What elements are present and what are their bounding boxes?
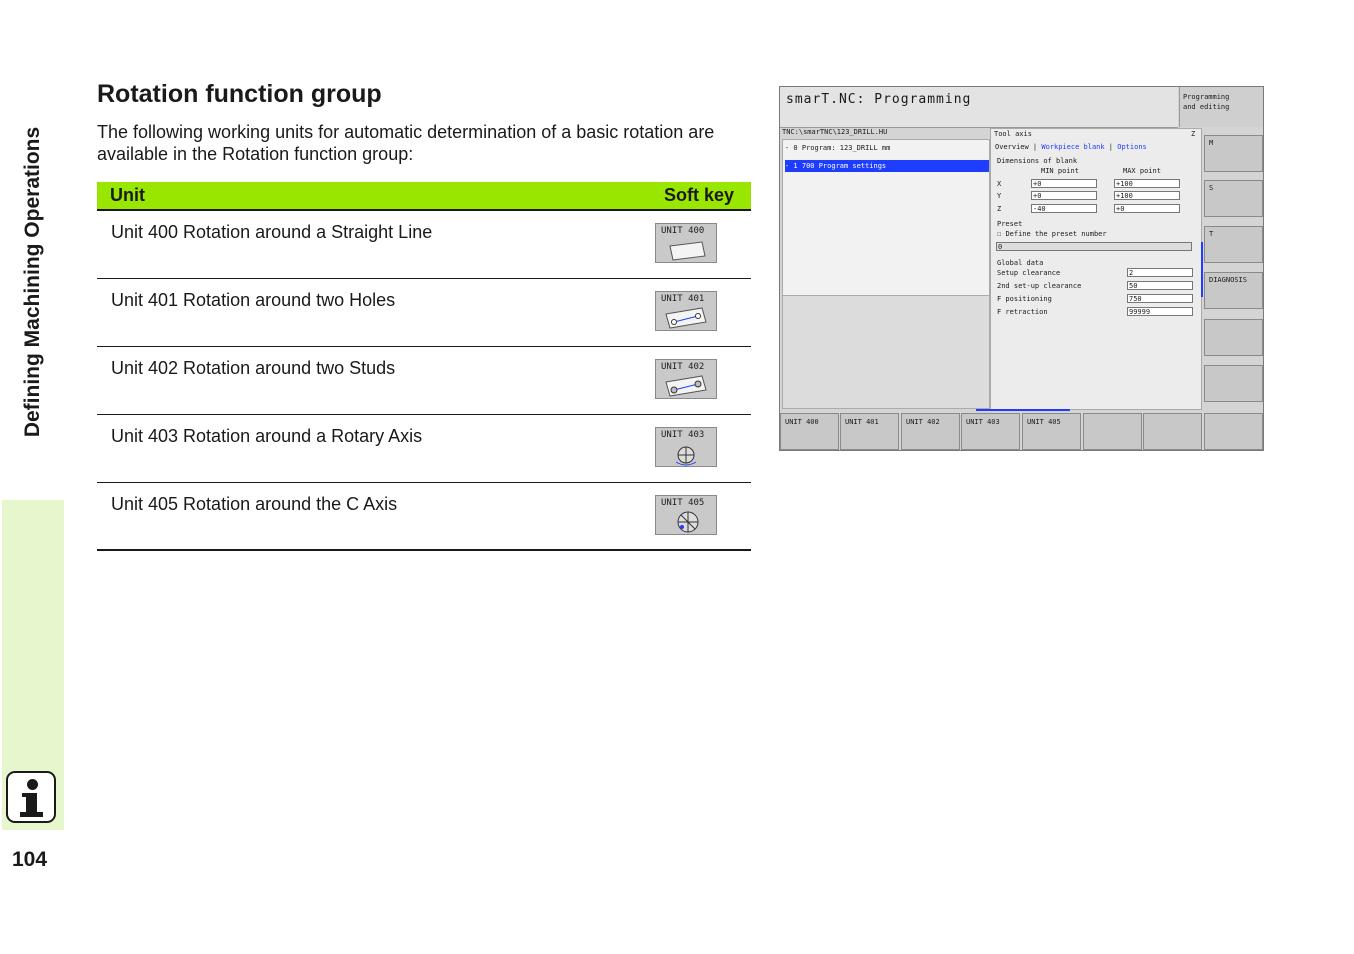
- tree-row[interactable]: - 0 Program: 123_DRILL mm: [785, 144, 890, 152]
- tree-lower-panel: [782, 295, 990, 409]
- info-icon: [6, 771, 56, 823]
- fpos-label: F positioning: [997, 295, 1052, 303]
- intro-paragraph: The following working units for automati…: [97, 122, 715, 164]
- softkey-s-label: S: [1209, 184, 1214, 192]
- unit-label: Unit 400 Rotation around a Straight Line: [111, 222, 433, 242]
- softkey-label: UNIT 401: [845, 418, 879, 426]
- tab-options[interactable]: Options: [1117, 143, 1147, 151]
- header-unit: Unit: [110, 185, 145, 205]
- preset-field[interactable]: 0: [996, 242, 1192, 251]
- form-tabs: Overview | Workpiece blank | Options: [995, 143, 1147, 151]
- mode-line-2: and editing: [1183, 103, 1230, 111]
- softkey-s[interactable]: S: [1204, 180, 1263, 217]
- preset-title: Preset: [997, 220, 1023, 228]
- unit-table: Unit Soft key Unit 400 Rotation around a…: [97, 182, 751, 551]
- z-label: Z: [997, 205, 1002, 213]
- screen-title: smarT.NC: Programming: [786, 92, 972, 107]
- straight-line-icon: [669, 241, 706, 261]
- softkey-diagnosis-label: DIAGNOSIS: [1209, 276, 1247, 284]
- max-label: MAX point: [1123, 167, 1161, 175]
- program-tree: - 0 Program: 123_DRILL mm - 1 700 Progra…: [782, 139, 990, 296]
- page-number: 104: [12, 848, 48, 871]
- softkey-m-label: M: [1209, 139, 1214, 147]
- two-holes-icon: [665, 307, 707, 329]
- x-min-field[interactable]: +0: [1031, 179, 1097, 188]
- setup-field[interactable]: 2: [1127, 268, 1193, 277]
- setup-label: Setup clearance: [997, 269, 1061, 277]
- horizontal-softkeys: UNIT 400 UNIT 401 UNIT 402 UNIT 403 UNIT…: [780, 413, 1263, 450]
- global-title: Global data: [997, 259, 1044, 267]
- z-min-field[interactable]: -40: [1031, 204, 1097, 213]
- softkey-unit-400[interactable]: UNIT 400: [780, 413, 839, 450]
- unit-402-softkey[interactable]: UNIT 402: [655, 359, 717, 399]
- preset-checkbox-label: Define the preset number: [1005, 230, 1107, 238]
- softkey-m[interactable]: M: [1204, 135, 1263, 172]
- preset-checkbox[interactable]: ☐ Define the preset number: [997, 230, 1107, 238]
- fret-label: F retraction: [997, 308, 1048, 316]
- softkey-unit-401[interactable]: UNIT 401: [840, 413, 899, 450]
- unit-label: Unit 405 Rotation around the C Axis: [111, 494, 398, 514]
- table-row: Unit 405 Rotation around the C Axis UNIT…: [97, 483, 751, 551]
- softkey-unit-403[interactable]: UNIT 403: [961, 413, 1020, 450]
- unit-label: Unit 403 Rotation around a Rotary Axis: [111, 426, 423, 446]
- setup2-label: 2nd set-up clearance: [997, 282, 1082, 290]
- softkey-empty[interactable]: [1143, 413, 1202, 450]
- x-max-field[interactable]: +100: [1114, 179, 1180, 188]
- chapter-title: Defining Machining Operations: [21, 126, 44, 438]
- softkey-t[interactable]: T: [1204, 226, 1263, 263]
- table-header: Unit Soft key: [97, 182, 751, 211]
- tool-axis-value: Z: [1191, 130, 1196, 138]
- softkey-t-label: T: [1209, 230, 1214, 238]
- y-label: Y: [997, 192, 1002, 200]
- form-scrollbar[interactable]: [1201, 242, 1203, 297]
- unit-403-softkey[interactable]: UNIT 403: [655, 427, 717, 467]
- mode-line-1: Programming: [1183, 93, 1230, 101]
- unit-401-softkey[interactable]: UNIT 401: [655, 291, 717, 331]
- y-min-field[interactable]: +0: [1031, 191, 1097, 200]
- table-row: Unit 401 Rotation around two Holes UNIT …: [97, 279, 751, 347]
- unit-label: Unit 402 Rotation around two Studs: [111, 358, 396, 378]
- softkey-diagnosis[interactable]: DIAGNOSIS: [1204, 272, 1263, 309]
- unit-405-softkey[interactable]: UNIT 405: [655, 495, 717, 535]
- softkey-label: UNIT 403: [966, 418, 1000, 426]
- tool-axis-label: Tool axis: [994, 130, 1032, 138]
- softkey-unit-405[interactable]: UNIT 405: [1022, 413, 1081, 450]
- tab-overview[interactable]: Overview: [995, 143, 1029, 151]
- softkey-label: UNIT 405: [1027, 418, 1061, 426]
- fpos-field[interactable]: 750: [1127, 294, 1193, 303]
- tree-row-selected[interactable]: - 1 700 Program settings: [785, 160, 989, 172]
- softkey-row-indicator: [976, 409, 1070, 411]
- table-row: Unit 400 Rotation around a Straight Line…: [97, 211, 751, 279]
- unit-label: Unit 401 Rotation around two Holes: [111, 290, 396, 310]
- table-row: Unit 402 Rotation around two Studs UNIT …: [97, 347, 751, 415]
- unit-400-softkey[interactable]: UNIT 400: [655, 223, 717, 263]
- softkey-empty[interactable]: [1083, 413, 1142, 450]
- softkey-unit-402[interactable]: UNIT 402: [901, 413, 960, 450]
- softkey-empty[interactable]: [1204, 365, 1263, 402]
- control-screenshot: smarT.NC: Programming Programming and edi…: [779, 86, 1264, 451]
- c-axis-icon: [677, 511, 699, 533]
- rotary-axis-icon: [675, 446, 697, 466]
- softkey-label: UNIT 402: [906, 418, 940, 426]
- min-label: MIN point: [1041, 167, 1079, 175]
- setup2-field[interactable]: 50: [1127, 281, 1193, 290]
- section-heading: Rotation function group: [97, 80, 382, 108]
- table-row: Unit 403 Rotation around a Rotary Axis U…: [97, 415, 751, 483]
- z-max-field[interactable]: +0: [1114, 204, 1180, 213]
- mode-indicator: Programming and editing: [1179, 87, 1263, 127]
- fret-field[interactable]: 99999: [1127, 307, 1193, 316]
- screen-title-bar: smarT.NC: Programming: [780, 87, 1178, 128]
- settings-form: Tool axis Z Overview | Workpiece blank |…: [990, 128, 1202, 410]
- softkey-row-switch[interactable]: [1204, 413, 1263, 450]
- dims-title: Dimensions of blank: [997, 157, 1078, 165]
- softkey-empty[interactable]: [1204, 319, 1263, 356]
- header-softkey: Soft key: [663, 185, 734, 205]
- two-studs-icon: [665, 375, 707, 397]
- softkey-label: UNIT 400: [785, 418, 819, 426]
- tab-workpiece-blank[interactable]: Workpiece blank: [1041, 143, 1104, 151]
- y-max-field[interactable]: +100: [1114, 191, 1180, 200]
- x-label: X: [997, 180, 1002, 188]
- file-path: TNC:\smarTNC\123_DRILL.HU: [782, 128, 888, 136]
